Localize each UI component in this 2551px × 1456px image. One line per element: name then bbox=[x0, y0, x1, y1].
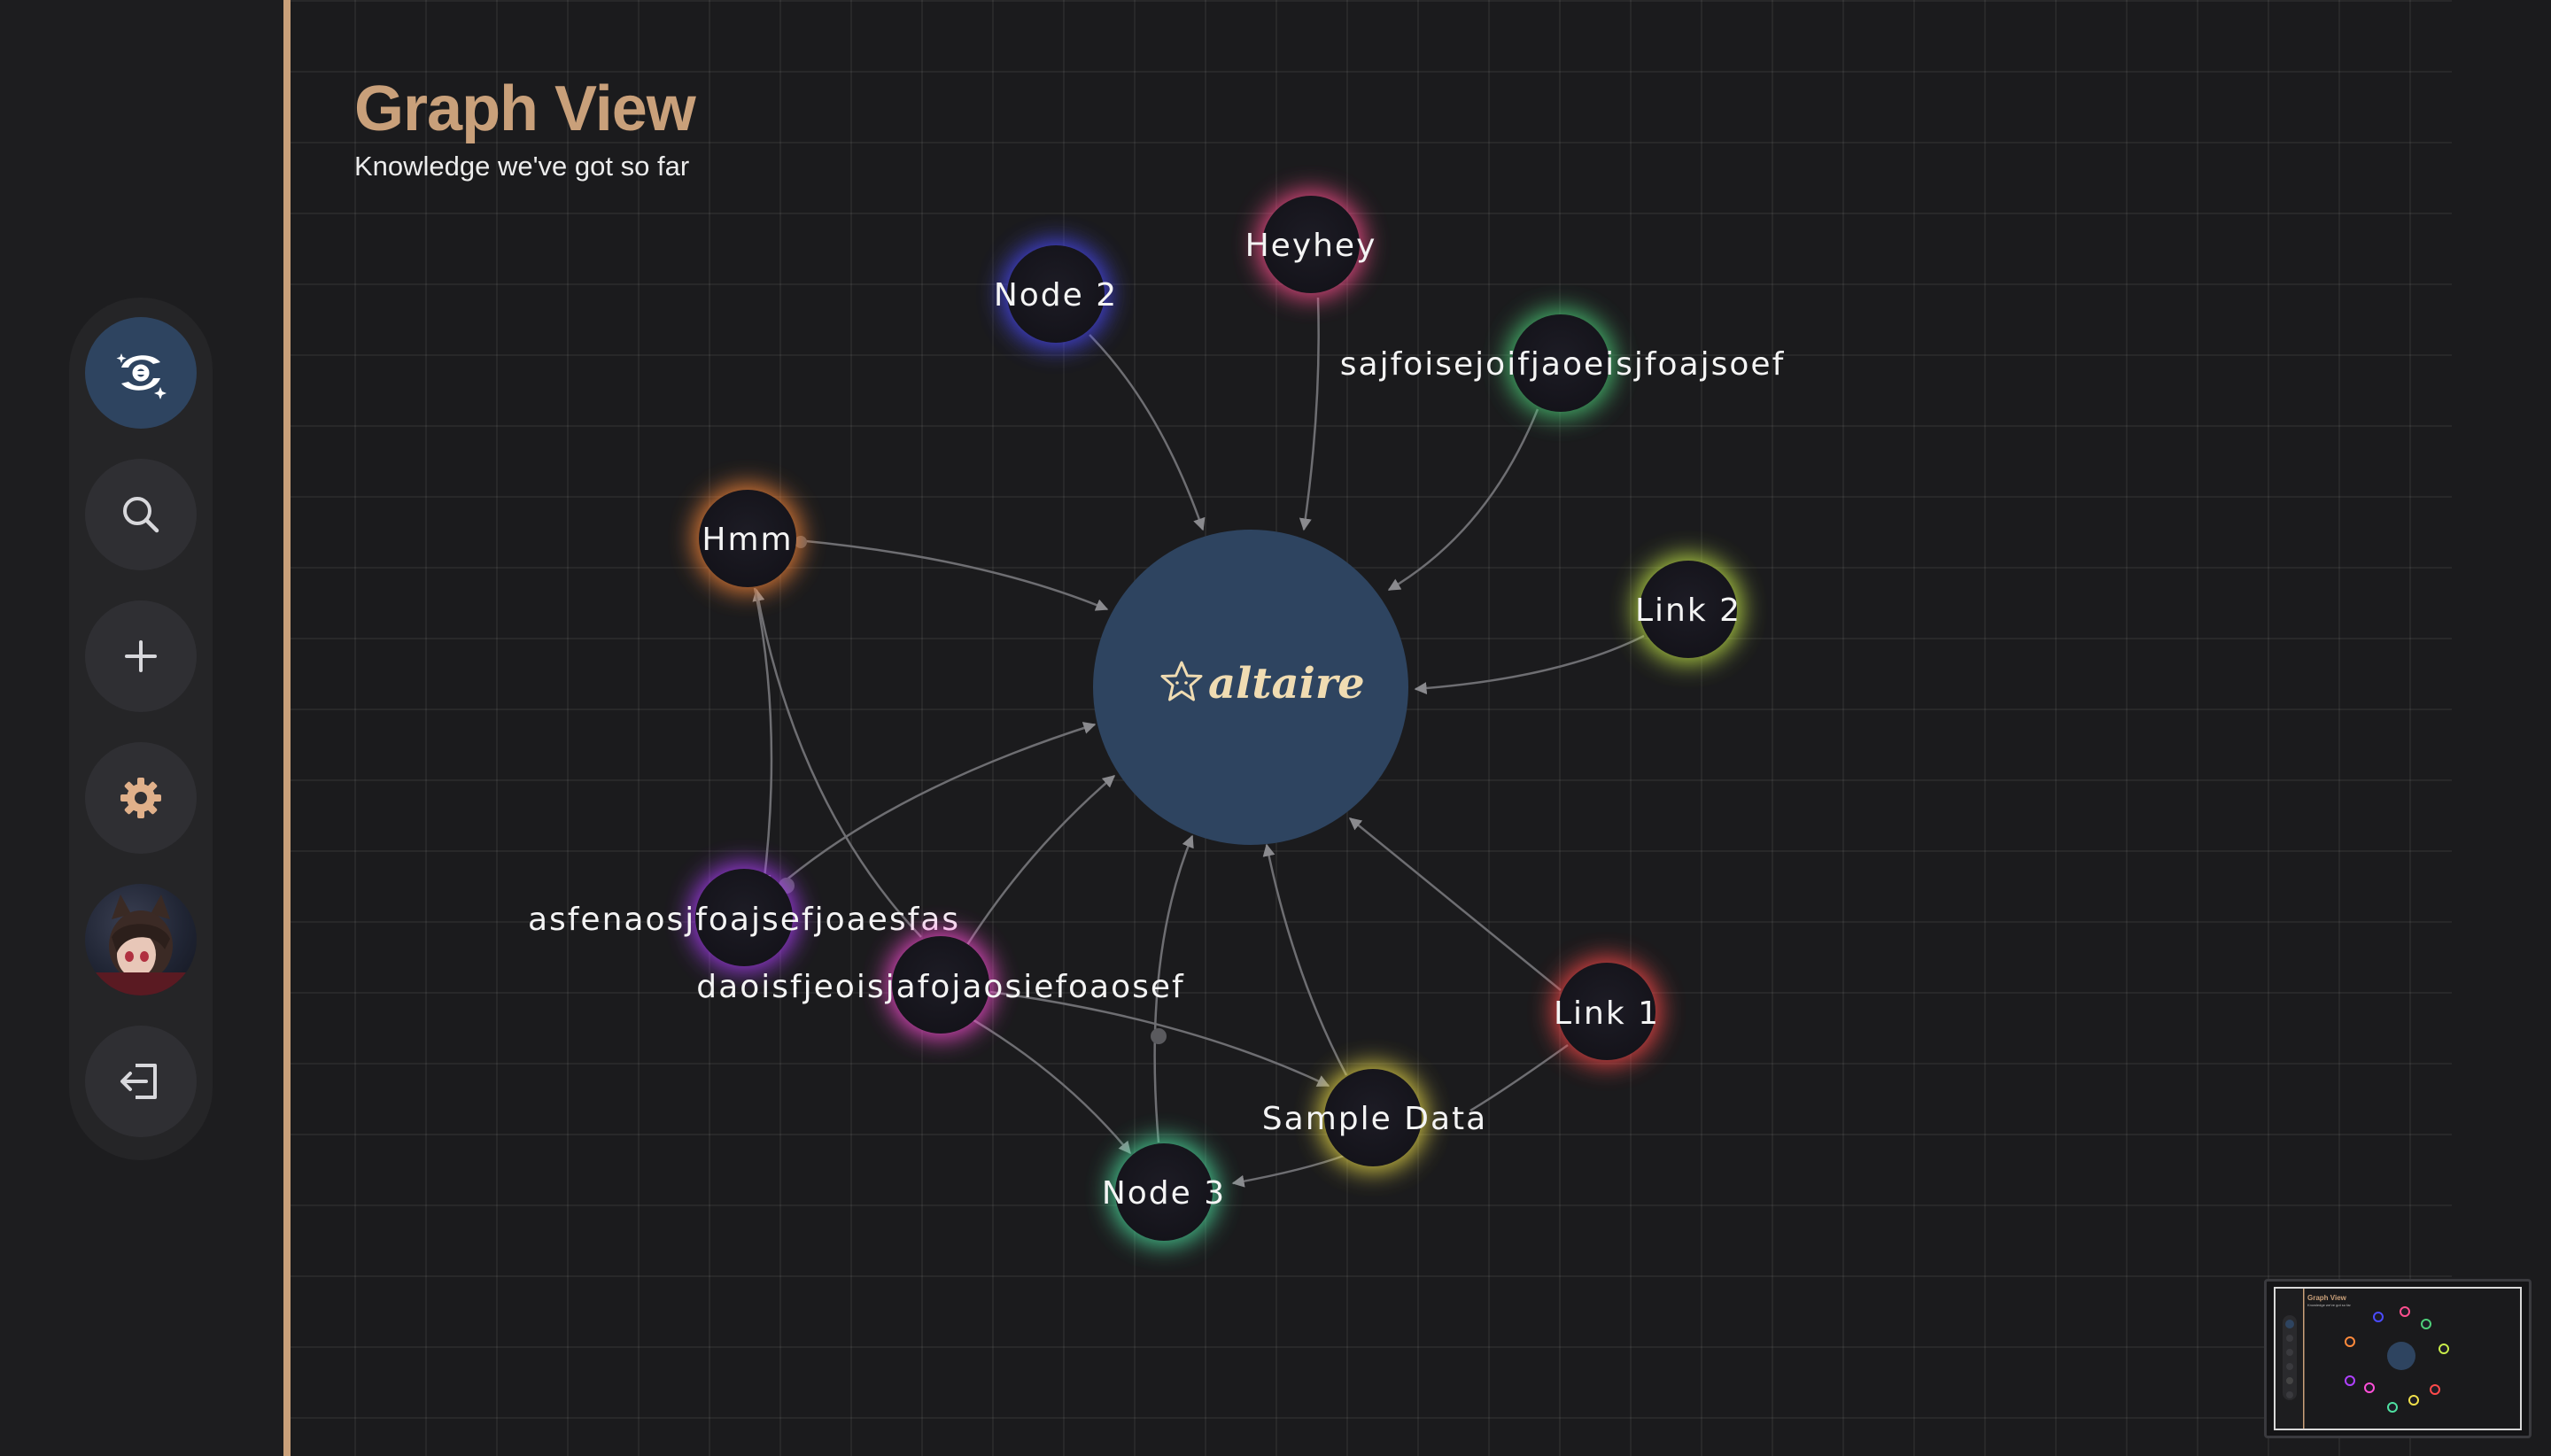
settings-button[interactable] bbox=[85, 742, 197, 854]
profile-avatar[interactable] bbox=[85, 884, 197, 995]
node-node3[interactable]: Node 3 bbox=[1102, 1139, 1226, 1245]
edge-daoi-node3 bbox=[961, 1011, 1131, 1155]
altaire-logo-icon bbox=[116, 353, 167, 399]
sidebar bbox=[0, 0, 283, 1456]
edge-node2-center bbox=[1089, 334, 1206, 531]
node-link1[interactable]: Link 1 bbox=[1554, 958, 1660, 1065]
graph-canvas[interactable]: Graph View Knowledge we've got so far al… bbox=[291, 0, 2551, 1456]
minimap-viewport[interactable]: Graph View Knowledge we've got so far bbox=[2274, 1287, 2522, 1430]
nav-rail bbox=[69, 298, 213, 1160]
logout-icon bbox=[120, 1064, 157, 1099]
node-label: Node 2 bbox=[994, 277, 1118, 314]
panel-divider bbox=[283, 0, 291, 1456]
edge-link1-center bbox=[1348, 817, 1562, 991]
logout-button[interactable] bbox=[85, 1026, 197, 1137]
center-node-label: altaire bbox=[1208, 659, 1365, 709]
center-node-altaire[interactable]: altaire bbox=[1093, 530, 1408, 845]
edge-link2-center bbox=[1414, 634, 1645, 695]
minimap-graph bbox=[2276, 1289, 2449, 1429]
minimap[interactable]: Graph View Knowledge we've got so far bbox=[2264, 1279, 2532, 1438]
home-button[interactable] bbox=[85, 317, 197, 429]
node-hmm[interactable]: Hmm bbox=[694, 485, 801, 592]
avatar bbox=[94, 895, 188, 995]
node-label: Link 2 bbox=[1635, 592, 1741, 629]
plus-icon bbox=[125, 640, 157, 672]
edge-asfe-center bbox=[779, 722, 1097, 887]
node-label: Heyhey bbox=[1245, 228, 1377, 264]
edge-sajf-center bbox=[1387, 408, 1539, 592]
node-link2[interactable]: Link 2 bbox=[1635, 556, 1741, 662]
node-node2[interactable]: Node 2 bbox=[994, 241, 1118, 347]
node-asfe[interactable]: asfenaosjfoajsefjoaesfas bbox=[528, 864, 960, 971]
edge-heyhey-center bbox=[1299, 297, 1320, 531]
node-label: sajfoisejoifjaoeisjfoajsoef bbox=[1340, 346, 1786, 383]
node-sample-data[interactable]: Sample Data bbox=[1262, 1065, 1487, 1171]
gear-icon bbox=[120, 778, 161, 818]
node-label: Sample Data bbox=[1262, 1101, 1487, 1137]
node-heyhey[interactable]: Heyhey bbox=[1245, 191, 1377, 298]
edge-sample-center bbox=[1262, 843, 1348, 1076]
node-sajf[interactable]: sajfoisejoifjaoeisjfoajsoef bbox=[1340, 310, 1786, 416]
node-label: asfenaosjfoajsefjoaesfas bbox=[528, 902, 960, 938]
knowledge-graph[interactable]: altaire Node 2 Heyhey sajfoisejoifjaoeis… bbox=[291, 0, 2551, 1456]
search-button[interactable] bbox=[85, 459, 197, 570]
node-label: daoisfjeoisjafojaosiefoaosef bbox=[696, 969, 1184, 1005]
edge-sample-node3 bbox=[1231, 1153, 1347, 1188]
search-icon bbox=[123, 497, 159, 533]
node-label: Link 1 bbox=[1554, 995, 1660, 1032]
edge-hmm-center bbox=[796, 538, 1109, 611]
node-label: Hmm bbox=[702, 522, 793, 558]
edge-daoi-center bbox=[964, 775, 1116, 949]
node-label: Node 3 bbox=[1102, 1175, 1226, 1212]
add-button[interactable] bbox=[85, 600, 197, 712]
edge-hmm-asfe bbox=[753, 587, 773, 887]
